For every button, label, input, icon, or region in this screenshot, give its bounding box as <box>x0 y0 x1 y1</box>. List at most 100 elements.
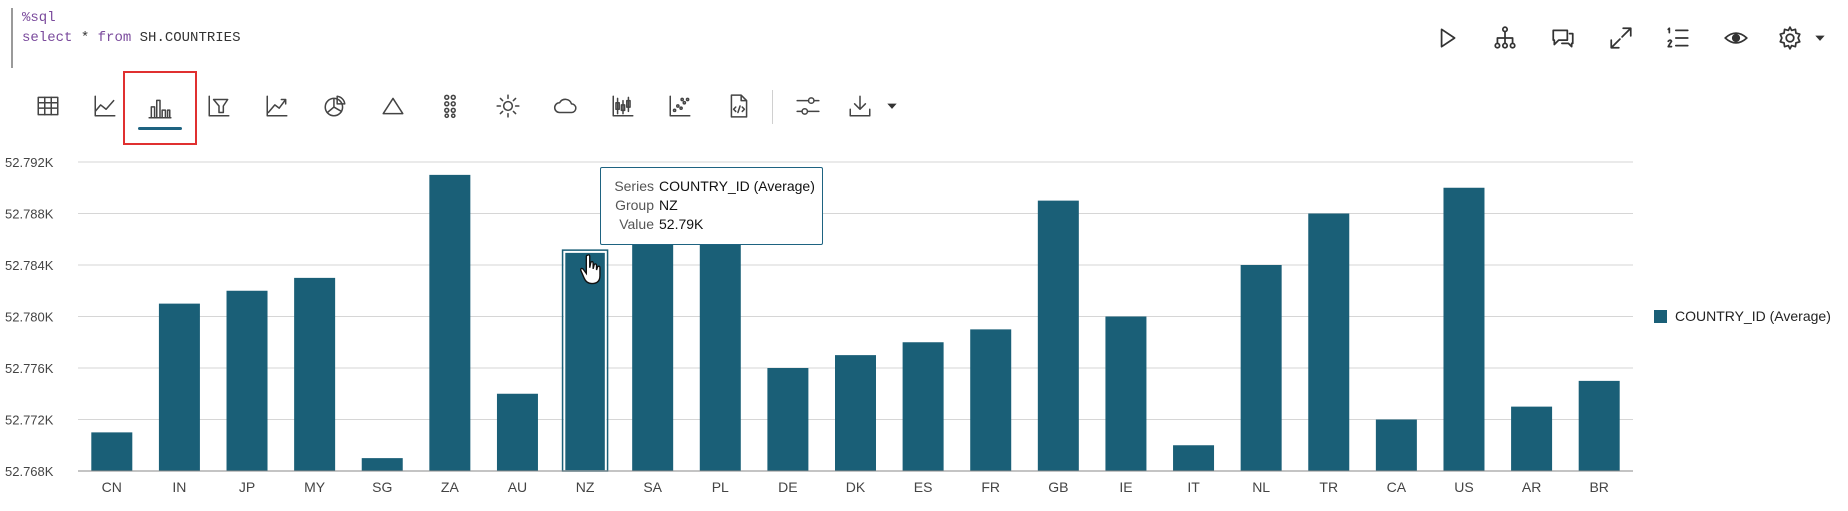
bar <box>1511 406 1553 471</box>
bar <box>1240 265 1282 471</box>
bar <box>699 239 741 471</box>
run-button[interactable] <box>1427 18 1467 58</box>
tooltip-series-label: Series <box>614 178 654 194</box>
y-tick-label: 52.784K <box>5 258 54 273</box>
tab-pyramid[interactable] <box>373 86 413 126</box>
editor-text: * <box>72 30 98 46</box>
x-tick-label: DK <box>846 479 866 495</box>
expand-icon <box>1610 27 1632 49</box>
bar <box>1308 213 1350 471</box>
y-tick-label: 52.792K <box>5 155 54 170</box>
x-tick-label: AU <box>508 479 527 495</box>
x-tick-label: US <box>1454 479 1473 495</box>
x-tick-label: AR <box>1522 479 1541 495</box>
comments-button[interactable] <box>1543 18 1583 58</box>
x-tick-label: PL <box>712 479 729 495</box>
bar <box>294 277 336 471</box>
explain-plan-icon <box>1494 26 1516 49</box>
tab-cloud[interactable] <box>545 86 585 126</box>
pyramid-icon <box>382 97 404 115</box>
toolbar-divider <box>772 90 773 124</box>
bar <box>226 290 268 471</box>
x-tick-label: DE <box>778 479 797 495</box>
bar <box>1375 419 1417 471</box>
sql-magic: %sql <box>22 10 56 26</box>
tab-sunburst[interactable] <box>488 86 528 126</box>
x-tick-label: SG <box>372 479 392 495</box>
bar <box>1105 316 1147 471</box>
bar <box>496 393 538 471</box>
x-tick-label: NZ <box>576 479 595 495</box>
hand-cursor-icon <box>579 254 601 285</box>
y-tick-label: 52.772K <box>5 413 54 428</box>
expand-button[interactable] <box>1601 18 1641 58</box>
chart-settings-button[interactable] <box>788 86 828 126</box>
tab-scatter[interactable] <box>660 86 700 126</box>
x-tick-label: IN <box>172 479 186 495</box>
bar <box>835 355 876 471</box>
scatter-icon <box>669 95 691 117</box>
bar <box>1037 200 1079 471</box>
tab-table[interactable] <box>28 86 68 126</box>
list-icon <box>1667 27 1689 48</box>
settings-button[interactable] <box>1770 18 1810 58</box>
tab-grid-dots[interactable] <box>430 86 470 126</box>
settings-icon <box>1779 26 1801 50</box>
table-icon <box>37 96 59 116</box>
visibility-icon <box>1724 32 1748 44</box>
tooltip-group-value: NZ <box>659 197 678 213</box>
bar <box>1173 445 1215 471</box>
active-tab-indicator <box>138 127 182 130</box>
keyword-select: select <box>22 30 73 46</box>
sunburst-icon <box>496 94 520 118</box>
tab-funnel[interactable] <box>199 86 239 126</box>
bar <box>1443 187 1485 471</box>
settings-sliders-icon <box>796 97 820 115</box>
sql-editor[interactable]: %sql select * from SH.COUNTRIES <box>11 8 1442 68</box>
line-chart-icon <box>94 95 116 117</box>
run-icon <box>1440 28 1456 48</box>
tab-code-file[interactable] <box>719 86 759 126</box>
editor-line-1: %sql <box>22 8 1442 28</box>
visibility-button[interactable] <box>1716 18 1756 58</box>
box-plot-icon <box>612 95 634 117</box>
list-button[interactable] <box>1658 18 1698 58</box>
cloud-icon <box>554 98 577 114</box>
tooltip-value-value: 52.79K <box>659 216 704 232</box>
settings-dropdown[interactable] <box>1808 18 1832 58</box>
x-tick-label: SA <box>643 479 662 495</box>
y-tick-label: 52.776K <box>5 361 54 376</box>
bar <box>361 458 403 471</box>
area-chart-icon <box>266 95 288 117</box>
code-file-icon <box>730 94 748 118</box>
x-tick-label: IE <box>1119 479 1132 495</box>
pie-chart-icon <box>324 95 346 117</box>
download-dropdown[interactable] <box>872 86 912 126</box>
x-tick-label: GB <box>1048 479 1068 495</box>
tab-area-chart[interactable] <box>257 86 297 126</box>
x-tick-label: CN <box>102 479 122 495</box>
tab-pie-chart[interactable] <box>315 86 355 126</box>
bar <box>902 342 944 471</box>
y-tick-label: 52.768K <box>5 464 54 479</box>
x-tick-label: TR <box>1319 479 1338 495</box>
tab-line-chart[interactable] <box>85 86 125 126</box>
bar <box>970 329 1012 471</box>
caret-down-icon <box>1815 35 1825 41</box>
bar <box>1578 380 1620 471</box>
chart-tooltip: Series COUNTRY_ID (Average) Group NZ Value… <box>600 167 823 245</box>
y-tick-label: 52.788K <box>5 207 54 222</box>
grid-dots-icon <box>444 94 456 119</box>
funnel-icon <box>208 95 230 117</box>
tab-bar-chart[interactable] <box>123 71 197 145</box>
tab-box-plot[interactable] <box>603 86 643 126</box>
legend-label: COUNTRY_ID (Average) <box>1675 308 1831 324</box>
bar <box>767 368 809 471</box>
tooltip-value-label: Value <box>619 216 654 232</box>
y-tick-label: 52.780K <box>5 310 54 325</box>
table-name: SH.COUNTRIES <box>131 30 241 46</box>
x-tick-label: JP <box>239 479 255 495</box>
legend-swatch <box>1654 309 1667 323</box>
explain-plan-button[interactable] <box>1485 18 1525 58</box>
keyword-from: from <box>97 30 132 46</box>
